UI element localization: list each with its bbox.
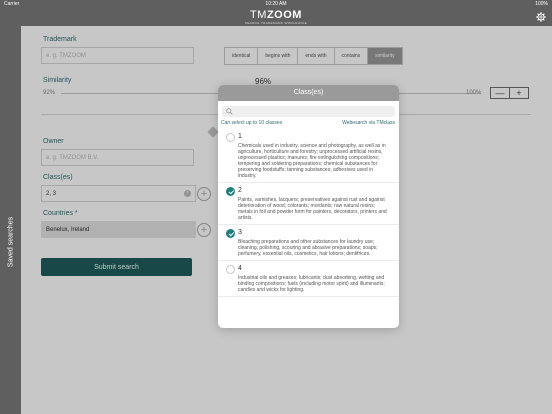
- popover-info: Can select up to 10 classes Webesarch vi…: [218, 117, 399, 126]
- list-item[interactable]: 2 Paints, varnishes, lacquers; preservat…: [218, 183, 399, 225]
- class-search-input[interactable]: [222, 106, 395, 117]
- status-time: 10:20 AM: [265, 1, 287, 7]
- main-area: Trademark e. g. TMZOOM identical begins …: [21, 26, 552, 414]
- list-item[interactable]: 4 Industrial oils and greases; lubricant…: [218, 261, 399, 297]
- saved-searches-label: Saved searches: [7, 216, 14, 268]
- logo-tagline: SEARCH TRADEMARK WORLDWIDE: [244, 21, 308, 25]
- class-description: Industrial oils and greases; lubricants;…: [238, 275, 385, 293]
- checkbox-icon[interactable]: [226, 265, 235, 274]
- battery-label: 100%: [535, 1, 548, 7]
- tmclass-link[interactable]: Webesarch via TMclass: [342, 120, 395, 126]
- checkbox-icon[interactable]: [226, 133, 235, 142]
- nav-bar: TMZOOM SEARCH TRADEMARK WORLDWIDE: [0, 8, 552, 26]
- saved-searches-tab[interactable]: Saved searches: [0, 26, 21, 414]
- class-description: Chemicals used in industry, science and …: [238, 143, 386, 179]
- logo-light: TM: [250, 9, 267, 21]
- classes-popover: Class(es) Can select up to 10 classes We…: [218, 85, 399, 328]
- class-number: 1: [238, 133, 242, 140]
- class-number: 4: [238, 265, 242, 272]
- popover-title: Class(es): [218, 85, 399, 101]
- checkbox-checked-icon[interactable]: [226, 187, 235, 196]
- logo-bold: ZOOM: [266, 9, 302, 21]
- list-item[interactable]: 3 Bleaching preparations and other subst…: [218, 225, 399, 261]
- class-list[interactable]: 1 Chemicals used in industry, science an…: [218, 129, 399, 328]
- class-description: Paints, varnishes, lacquers; preservativ…: [238, 197, 387, 221]
- list-item[interactable]: 1 Chemicals used in industry, science an…: [218, 129, 399, 183]
- class-number: 2: [238, 187, 242, 194]
- class-number: 3: [238, 229, 242, 236]
- checkbox-checked-icon[interactable]: [226, 229, 235, 238]
- gear-icon[interactable]: [536, 12, 546, 22]
- app-logo: TMZOOM SEARCH TRADEMARK WORLDWIDE: [0, 9, 552, 26]
- search-icon: [226, 108, 233, 115]
- class-description: Bleaching preparations and other substan…: [238, 239, 378, 257]
- class-limit-note: Can select up to 10 classes: [221, 120, 283, 126]
- status-bar: Carrier 10:20 AM 100%: [0, 0, 552, 8]
